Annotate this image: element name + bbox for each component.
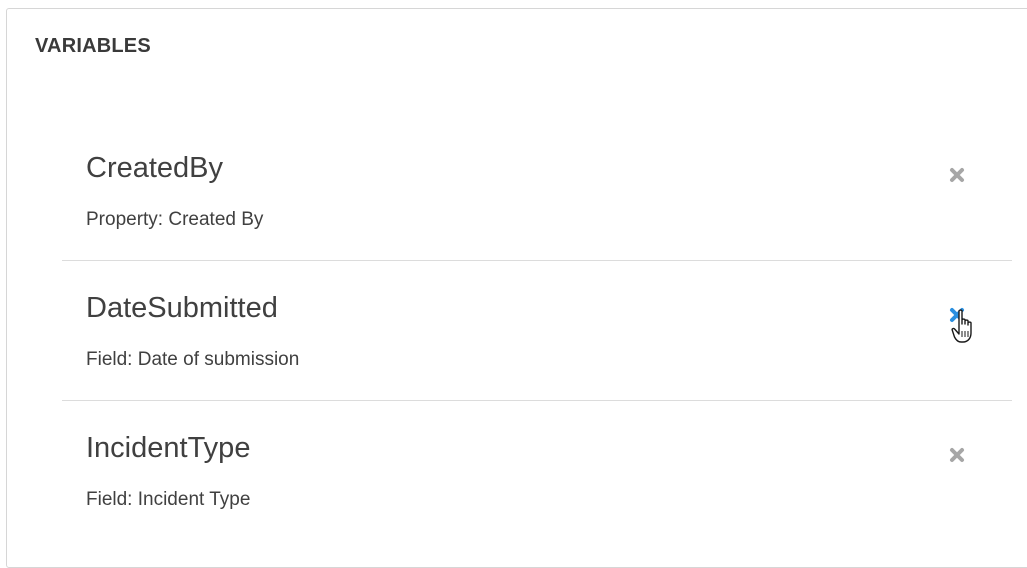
variables-panel: VARIABLES CreatedBy Property: Created By…: [6, 8, 1027, 568]
close-icon: [950, 448, 964, 462]
panel-title: VARIABLES: [35, 35, 151, 57]
remove-variable-button[interactable]: [943, 441, 971, 469]
variable-name: CreatedBy: [86, 152, 224, 184]
remove-variable-button[interactable]: [943, 301, 971, 329]
variable-list: CreatedBy Property: Created By DateSubmi…: [62, 121, 1012, 541]
remove-variable-button[interactable]: [943, 161, 971, 189]
list-item: CreatedBy Property: Created By: [62, 121, 1012, 261]
list-item: IncidentType Field: Incident Type: [62, 401, 1012, 541]
variable-source: Property: Created By: [86, 209, 264, 230]
variable-source: Field: Date of submission: [86, 349, 300, 370]
variable-name: IncidentType: [86, 432, 251, 464]
close-icon: [950, 168, 964, 182]
variable-source: Field: Incident Type: [86, 489, 251, 510]
list-item: DateSubmitted Field: Date of submission: [62, 261, 1012, 401]
variable-name: DateSubmitted: [86, 292, 278, 324]
close-icon: [950, 308, 964, 322]
